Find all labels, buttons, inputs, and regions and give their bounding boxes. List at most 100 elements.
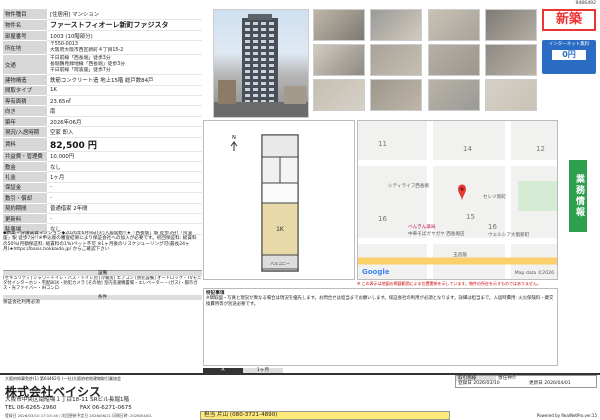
map-place-5: ウエルシア大阪新町	[488, 233, 530, 238]
spec-value: 鉄筋コンクリート造 地上15階 総戸数84戸	[47, 74, 202, 86]
footer: 大阪府知事免許(1) 第64462号 (一社)大阪府宅地建物取引業協会 株式会社…	[0, 373, 600, 420]
conditions-section: 条件 保証会社利用必須	[3, 295, 202, 311]
remarks-text: ※間取図・写真と現況が異なる場合は現況を優先します。お問合せは担当までお願いしま…	[206, 296, 554, 307]
spec-row: 交通 千日前線「西長堀」徒歩3分 長堀鶴見緑地線「西長堀」徒歩3分 千日前線「阿波座」…	[3, 54, 202, 76]
room-photo[interactable]	[428, 9, 480, 41]
spec-table-wrapper: 物件種目 [住居用] マンション 物件名 ファーストフィオーレ新町ファジスタ 部屋番号 1…	[3, 9, 202, 235]
map-place-1: シティライフ西長堀	[388, 184, 430, 189]
side-tab[interactable]: 業務情報	[569, 160, 587, 232]
spec-value: 2026年06月	[47, 116, 202, 128]
internet-badge: インターネット無料 0円	[542, 40, 596, 74]
notes: ◆新築・分譲賃貸マンション◆2026年6月9日(火)入居開始!!★「西長堀」駅 …	[3, 231, 197, 253]
spec-row: 敷金 なし	[3, 161, 202, 173]
internet-fee: 0円	[552, 50, 586, 61]
spec-value: 1003 (10階部分)	[47, 30, 202, 42]
spec-label: 敷引・償却	[3, 192, 47, 204]
room-photo[interactable]	[370, 9, 422, 41]
company-fax: FAX 06-6271-0675	[80, 405, 132, 411]
spec-value: 南	[47, 105, 202, 117]
spec-row: 現況/入居時期 空家 即入	[3, 126, 202, 138]
building-illustration	[214, 14, 308, 117]
spec-row: 保証金 -	[3, 182, 202, 194]
room-photo[interactable]	[485, 79, 537, 111]
svg-text:11: 11	[378, 140, 387, 148]
spec-label: 更新料	[3, 213, 47, 225]
map[interactable]: 11 14 12 16 15 16 シティライフ西長堀 セレソ新町 べんぎん薬局 中華そ…	[357, 120, 558, 280]
map-google-logo: Google	[362, 268, 390, 276]
room-photo[interactable]	[370, 79, 422, 111]
agent-bar: 担当 片山 (080-3721-4890)	[200, 411, 450, 420]
spec-label: 所在地	[3, 40, 47, 56]
license-text: 大阪府知事免許(1) 第64462号 (一社)大阪府宅地建物取引業協会	[5, 376, 122, 381]
equipment-text: [セキュリティ] シャワートイレ・バス・トイレ別 [冷暖房] エアコン [防犯設…	[3, 276, 202, 292]
spec-value: 23.65㎡	[47, 95, 202, 107]
spec-label: 保証金	[3, 182, 47, 194]
register-date: 登録日 2026/03/10	[458, 381, 500, 387]
internet-badge-label: インターネット無料	[548, 42, 590, 47]
plan-balcony-label: バルコニー	[270, 261, 290, 266]
spec-value: 〒550-0013 大阪府大阪市西区新町４丁目15-2	[47, 40, 202, 56]
room-photo[interactable]	[313, 44, 365, 76]
spec-label: 部屋番号	[3, 30, 47, 42]
spec-row: 敷引・償却 -	[3, 192, 202, 204]
spec-label: 建物構造	[3, 74, 47, 86]
spec-row: 間取タイプ 1K	[3, 85, 202, 97]
room-photo[interactable]	[313, 9, 365, 41]
svg-text:16: 16	[378, 215, 387, 223]
spec-label: 向き	[3, 105, 47, 117]
map-note: ※ この表示は地図の掲載範囲による位置関係を示しています。物件の所在を示すもので…	[357, 281, 541, 286]
spec-row: 共益費・管理費 10,000円	[3, 151, 202, 163]
spec-label: 物件種目	[3, 9, 47, 20]
spec-value: [住居用] マンション	[47, 9, 202, 20]
room-photo[interactable]	[313, 79, 365, 111]
spec-row: 礼金 1ヶ月	[3, 171, 202, 183]
spec-label: 間取タイプ	[3, 85, 47, 97]
spec-row: 更新料 -	[3, 213, 202, 225]
map-road: 玉造筋	[453, 253, 467, 258]
room-photo[interactable]	[485, 44, 537, 76]
conditions-text: 保証会社利用必須	[3, 300, 40, 306]
powered-by: Powered by RealNetPro.ver.15	[536, 413, 597, 418]
company-address: 大阪市中央区南船場１丁目18-11 SRビル長堀1階	[5, 397, 130, 403]
spec-row: 物件種目 [住居用] マンション	[3, 9, 202, 20]
spec-value: 10,000円	[47, 151, 202, 163]
spec-row: 建物構造 鉄筋コンクリート造 地上15階 総戸数84戸	[3, 74, 202, 86]
staff-box: 取引態様 専任仲介 登録日 2026/03/10 更新日 2026/04/01	[455, 375, 597, 388]
spec-value: 82,500 円	[47, 137, 202, 152]
map-place-4: 中華そばガヤガヤ 西長堀店	[408, 232, 465, 237]
update-date: 更新日 2026/04/01	[529, 381, 571, 387]
print-info: 登録日 2026/03/10 17:15:16 / 次回更新予定日 2026/0…	[5, 413, 152, 418]
spec-value: 1K	[47, 85, 202, 97]
svg-text:15: 15	[466, 213, 475, 221]
room-photo[interactable]	[485, 9, 537, 41]
spec-label: 物件名	[3, 19, 47, 31]
spec-label: 築年	[3, 116, 47, 128]
equipment-section: 設備 [セキュリティ] シャワートイレ・バス・トイレ別 [冷暖房] エアコン […	[3, 270, 202, 294]
spec-value: 1ヶ月	[47, 171, 202, 183]
floor-plan-drawing: 1K バルコニー N	[230, 134, 299, 272]
spec-value: 千日前線「西長堀」徒歩3分 長堀鶴見緑地線「西長堀」徒歩3分 千日前線「阿波座」徒歩…	[47, 54, 202, 76]
spec-value: -	[47, 213, 202, 225]
room-photo[interactable]	[428, 79, 480, 111]
room-photo[interactable]	[428, 44, 480, 76]
svg-text:12: 12	[536, 145, 545, 153]
map-place-2: セレソ新町	[483, 195, 506, 200]
spec-value: 空家 即入	[47, 126, 202, 138]
company-tel: TEL 06-6265-2960	[5, 405, 57, 411]
spec-row: 築年 2026年06月	[3, 116, 202, 128]
floor-plan: 1K バルコニー N	[203, 120, 355, 280]
spec-row: 所在地 〒550-0013 大阪府大阪市西区新町４丁目15-2	[3, 40, 202, 56]
building-photo	[213, 9, 309, 118]
spec-value: -	[47, 192, 202, 204]
spec-label: 礼金	[3, 171, 47, 183]
spec-label: 契約期間	[3, 203, 47, 214]
new-badge: 新築	[542, 9, 596, 31]
plan-room-label: 1K	[276, 226, 285, 233]
spec-row: 部屋番号 1003 (10階部分)	[3, 30, 202, 42]
spec-row: 向き南	[3, 105, 202, 117]
spec-value: 普通借家 2年間	[47, 203, 202, 214]
spec-table: 物件種目 [住居用] マンション 物件名 ファーストフィオーレ新町ファジスタ 部屋番号 1…	[3, 9, 202, 235]
room-photo[interactable]	[370, 44, 422, 76]
spec-row: 賃料 82,500 円	[3, 137, 202, 152]
spec-label: 敷金	[3, 161, 47, 173]
